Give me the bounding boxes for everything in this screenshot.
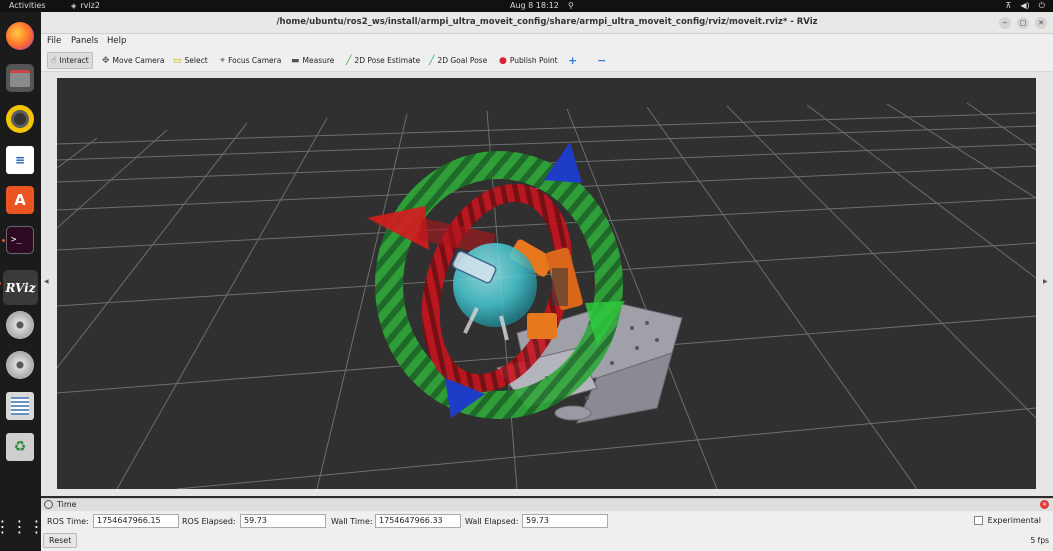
dock: ≡ A >_ RViz ♻ ⋮⋮⋮ [0,12,45,551]
interact-tool-label: Interact [59,56,89,65]
scene-svg [57,102,1036,489]
time-panel-title: Time [57,500,77,509]
time-panel-header: Time ✕ [41,498,1053,511]
system-top-bar: Activities ◈ rviz2 Aug 8 18:12 ⚲ ⊼ ◀) ⏻ [0,0,1053,12]
pose-estimate-tool-button[interactable]: ╱ 2D Pose Estimate [343,52,423,69]
experimental-label: Experimental [987,516,1041,525]
interact-tool-button[interactable]: ☝ Interact [47,52,93,69]
plus-icon: + [568,54,578,67]
power-icon[interactable]: ⏻ [1039,0,1045,12]
3d-viewport[interactable] [57,78,1036,489]
measure-tool-button[interactable]: ▬ Measure [288,52,337,69]
activities-button[interactable]: Activities [9,0,46,12]
app-center-icon[interactable]: A [6,186,34,214]
menu-help[interactable]: Help [107,36,126,46]
wall-elapsed-label: Wall Elapsed: [465,517,519,526]
show-apps-icon[interactable]: ⋮⋮⋮ [0,512,45,540]
trash-icon[interactable]: ♻ [6,433,34,461]
green-arrow-icon: ╱ [346,55,352,66]
menu-panels[interactable]: Panels [71,36,98,46]
volume-icon[interactable]: ◀) [1020,0,1029,12]
wall-elapsed-field[interactable]: 59.73 [522,514,608,528]
move-camera-tool-label: Move Camera [112,56,165,65]
fps-readout: 5 fps [1030,536,1049,545]
terminal-icon[interactable]: >_ [2,226,34,254]
network-icon[interactable]: ⊼ [1006,0,1012,12]
collapse-right-dock-icon[interactable]: ▶ [1043,278,1048,285]
menu-file[interactable]: File [47,36,61,46]
remove-tool-button[interactable]: − [594,52,609,69]
firefox-icon[interactable] [6,22,34,50]
close-panel-icon[interactable]: ✕ [1040,500,1049,509]
disc-graphic [6,351,34,379]
text-editor-icon[interactable] [6,392,34,420]
minimize-button[interactable]: − [999,17,1011,29]
checkbox-box[interactable] [973,516,983,525]
select-tool-label: Select [184,56,208,65]
clock[interactable]: Aug 8 18:12 [510,0,559,12]
move-icon: ✥ [102,55,110,66]
app-menu-icon: ◈ [71,2,77,10]
ros-elapsed-label: ROS Elapsed: [182,517,236,526]
notification-icon[interactable]: ⚲ [568,0,574,12]
publish-point-tool-button[interactable]: ● Publish Point [496,52,561,69]
desktop: Activities ◈ rviz2 Aug 8 18:12 ⚲ ⊼ ◀) ⏻ ≡… [0,0,1053,551]
end-effector-sphere [451,243,537,341]
goal-pose-tool-label: 2D Goal Pose [437,56,488,65]
map-pin-icon: ● [499,55,507,66]
floor-grid [57,102,1036,489]
reset-button[interactable]: Reset [43,533,78,548]
disc-graphic [6,311,34,339]
rviz-icon[interactable]: RViz [0,270,38,305]
select-icon: ▭ [173,55,182,66]
wall-time-field[interactable]: 1754647966.33 [375,514,461,528]
disc-icon[interactable] [6,311,34,339]
menu-bar: File Panels Help [41,34,1053,49]
add-tool-button[interactable]: + [565,52,580,69]
rhythmbox-icon[interactable] [6,105,34,133]
publish-point-tool-label: Publish Point [509,56,558,65]
window-title: /home/ubuntu/ros2_ws/install/armpi_ultra… [276,17,818,27]
experimental-checkbox[interactable]: Experimental [973,516,1041,525]
focus-camera-tool-button[interactable]: ⌖ Focus Camera [217,52,284,69]
maximize-button[interactable]: □ [1017,17,1029,29]
ros-time-field[interactable]: 1754647966.15 [93,514,179,528]
ruler-icon: ▬ [291,55,300,66]
writer-icon[interactable]: ≡ [6,146,34,174]
wall-time-label: Wall Time: [331,517,373,526]
goal-pose-tool-button[interactable]: ╱ 2D Goal Pose [426,52,490,69]
focus-camera-tool-label: Focus Camera [228,56,282,65]
time-panel: ROS Time: 1754647966.15 ROS Elapsed: 59.… [41,511,1053,551]
system-tray[interactable]: ⊼ ◀) ⏻ [1006,0,1045,12]
files-icon[interactable] [6,64,34,92]
app-menu-label: rviz2 [80,1,100,10]
minus-icon: − [597,54,607,67]
window-titlebar[interactable]: /home/ubuntu/ros2_ws/install/armpi_ultra… [41,12,1053,34]
measure-tool-label: Measure [302,56,335,65]
crosshair-icon: ⌖ [220,55,226,66]
disc-icon[interactable] [6,351,34,379]
clock-icon [44,500,53,509]
close-button[interactable]: ✕ [1035,17,1047,29]
hand-icon: ☝ [51,55,57,66]
ros-time-label: ROS Time: [47,517,89,526]
pose-estimate-tool-label: 2D Pose Estimate [354,56,421,65]
ros-elapsed-field[interactable]: 59.73 [240,514,326,528]
tools-toolbar: ☝ Interact ✥ Move Camera ▭ Select ⌖ Focus Ca… [41,49,1053,72]
app-menu[interactable]: ◈ rviz2 [71,0,100,12]
green-arrow-icon: ╱ [429,55,435,66]
move-camera-tool-button[interactable]: ✥ Move Camera [99,52,167,69]
collapse-left-dock-icon[interactable]: ◀ [44,278,49,285]
select-tool-button[interactable]: ▭ Select [170,52,211,69]
